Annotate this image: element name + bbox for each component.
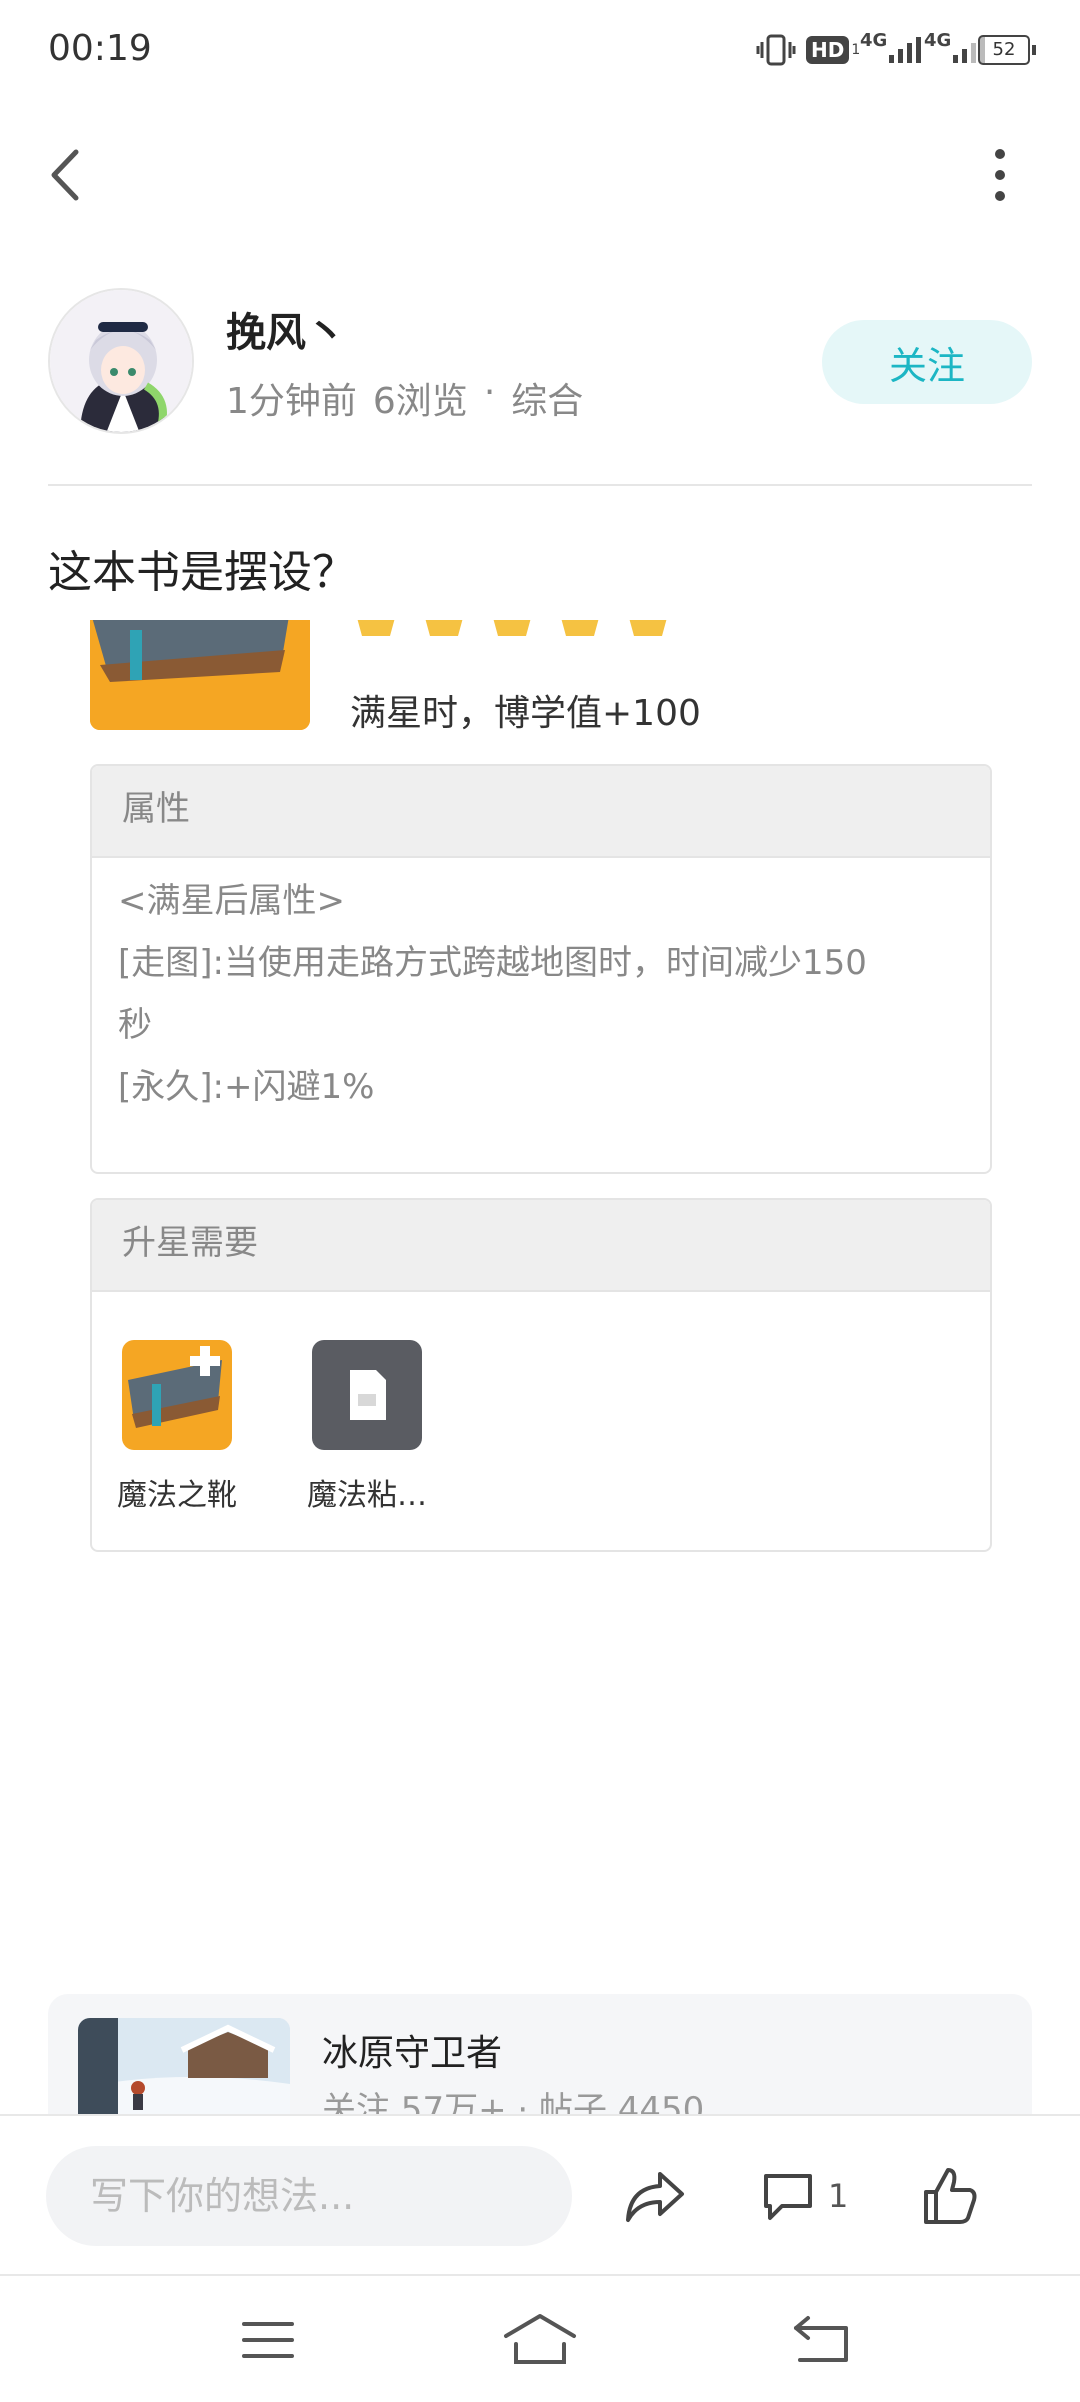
post-image[interactable]: 满星时，博学值+100 属性 <满星后属性> [走图]:当使用走路方式跨越地图时…: [48, 620, 1032, 1570]
author-name[interactable]: 挽风丶: [226, 300, 346, 358]
book-image: [90, 620, 310, 730]
game-thumbnail: [78, 2018, 290, 2114]
share-button[interactable]: [620, 2166, 690, 2226]
star-icon: [356, 620, 396, 636]
game-name: 冰原守卫者: [322, 2033, 503, 2074]
comment-input[interactable]: [46, 2146, 572, 2246]
status-time: 00:19: [48, 28, 152, 69]
battery-level: 52: [978, 35, 1030, 65]
share-icon: [626, 2172, 684, 2222]
star-rating: [356, 620, 668, 636]
more-vertical-icon: [995, 149, 1005, 201]
meta-separator: ·: [483, 372, 496, 413]
follow-button[interactable]: 关注: [822, 320, 1032, 404]
comment-icon: [764, 2174, 812, 2220]
signal-icon-1: 4G: [860, 30, 923, 70]
post-title: 这本书是摆设？: [48, 547, 356, 598]
attribute-line: [走图]:当使用走路方式跨越地图时，时间减少150: [118, 943, 867, 983]
back-button[interactable]: [40, 130, 130, 220]
placeholder-image-icon: [312, 1340, 422, 1450]
like-button[interactable]: [920, 2164, 980, 2228]
post-category[interactable]: 综合: [511, 372, 583, 424]
attribute-line: 秒: [118, 1005, 152, 1045]
post-time: 1分钟前: [226, 381, 357, 422]
more-button[interactable]: [960, 130, 1040, 220]
game-meta: 关注 57万+ · 帖子 4450: [322, 2090, 705, 2114]
attribute-line: <满星后属性>: [118, 881, 345, 921]
attribute-panel-title: 属性: [92, 766, 990, 858]
comment-count: 1: [828, 2177, 849, 2215]
game-card[interactable]: 冰原守卫者 关注 57万+ · 帖子 4450: [48, 1994, 1032, 2114]
comment-button[interactable]: 1: [760, 2166, 870, 2226]
home-button[interactable]: [500, 2312, 580, 2370]
chevron-left-icon: [51, 149, 79, 201]
upgrade-item: 魔法之靴: [102, 1340, 252, 1514]
divider: [48, 484, 1032, 486]
upgrade-item-label: 魔法之靴: [117, 1478, 237, 1513]
hd-icon: HD 1: [806, 30, 860, 70]
star-icon: [560, 620, 600, 636]
avatar[interactable]: [48, 288, 194, 434]
upgrade-panel-title: 升星需要: [92, 1200, 990, 1292]
star-icon: [628, 620, 668, 636]
vibrate-icon: [756, 30, 796, 70]
hd-label: HD: [806, 36, 850, 64]
attribute-panel: 属性 <满星后属性> [走图]:当使用走路方式跨越地图时，时间减少150 秒 […: [90, 764, 992, 1174]
system-navigation: [0, 2274, 1080, 2402]
comment-bar: 1: [0, 2114, 1080, 2276]
status-bar: 00:19 HD 1 4G 4G 52: [0, 0, 1080, 100]
attribute-line: [永久]:+闪避1%: [118, 1067, 375, 1107]
battery-icon: 52: [978, 30, 1036, 70]
upgrade-item-label: 魔法粘…: [307, 1478, 427, 1513]
upgrade-item: 魔法粘…: [292, 1340, 442, 1514]
star-icon: [424, 620, 464, 636]
boots-item-icon: [122, 1340, 232, 1450]
post-meta: 1分钟前 6浏览 · 综合: [226, 372, 583, 424]
home-icon: [504, 2314, 576, 2364]
back-icon: [794, 2316, 848, 2362]
menu-button[interactable]: [240, 2316, 296, 2368]
signal1-label: 4G: [860, 29, 888, 51]
post-views: 6浏览: [372, 381, 468, 422]
menu-icon: [242, 2322, 294, 2358]
system-back-button[interactable]: [790, 2314, 854, 2370]
upgrade-panel: 升星需要 魔法之靴 魔法粘…: [90, 1198, 992, 1552]
signal2-label: 4G: [924, 29, 952, 51]
thumbs-up-icon: [924, 2168, 977, 2224]
star-icon: [492, 620, 532, 636]
max-star-text: 满星时，博学值+100: [350, 693, 701, 734]
